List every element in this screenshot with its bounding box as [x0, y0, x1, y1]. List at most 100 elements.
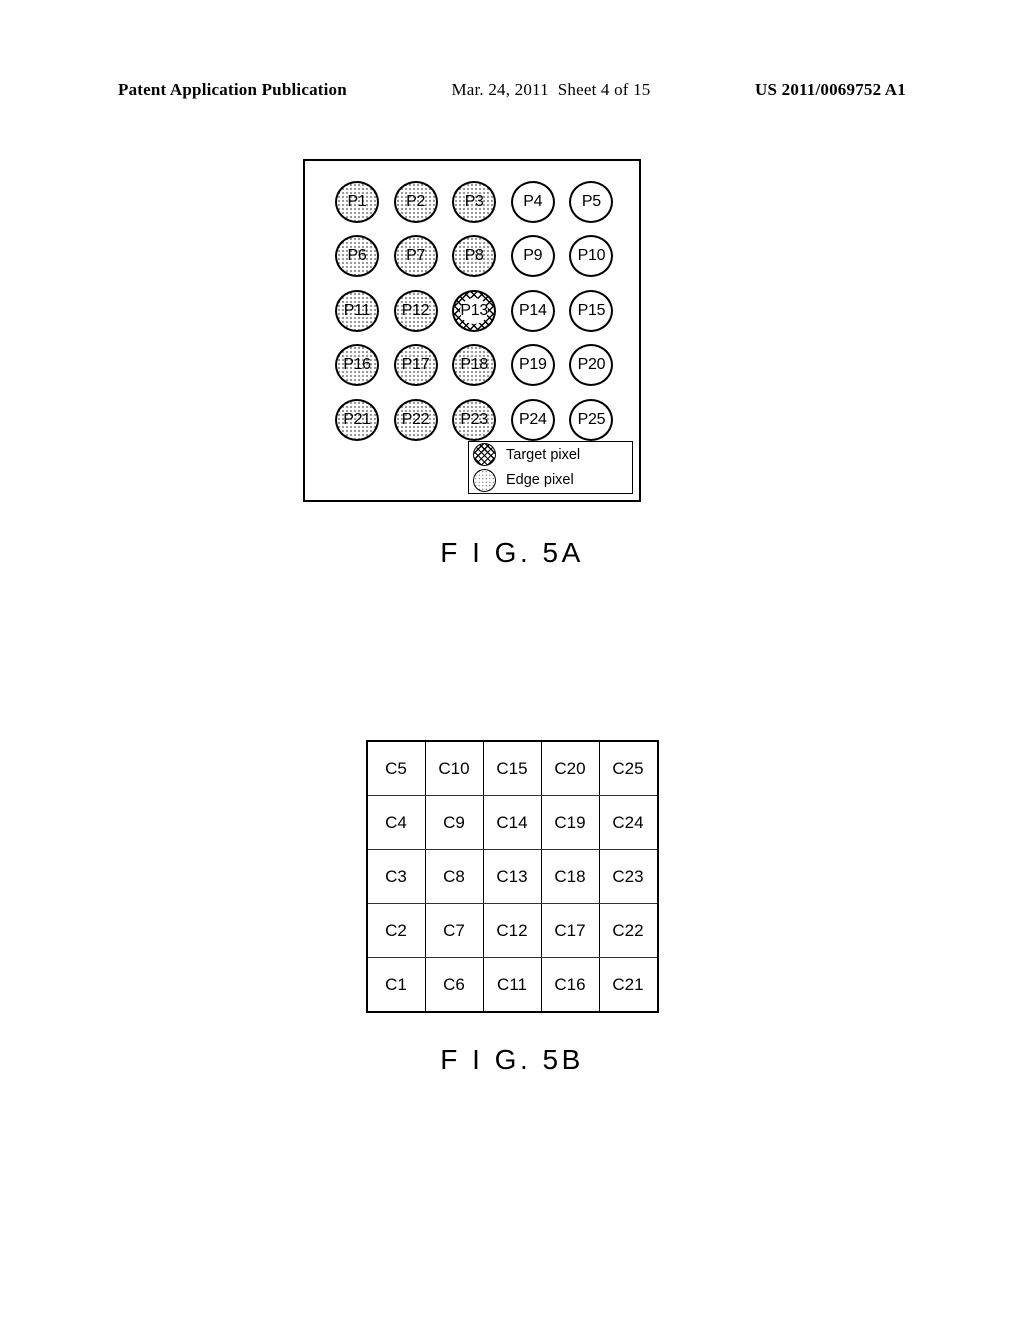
legend-target-label: Target pixel — [506, 447, 580, 463]
pixel-label: P13 — [460, 302, 488, 320]
table-row: C2 C7 C12 C17 C22 — [367, 904, 658, 958]
cell: C7 — [425, 904, 483, 958]
pixel-p11: P11 — [335, 290, 379, 332]
cell: C21 — [599, 958, 658, 1013]
pixel-p7: P7 — [394, 235, 438, 277]
pixel-label: P5 — [582, 193, 601, 211]
figure-5b-wrap: C5 C10 C15 C20 C25 C4 C9 C14 C19 C24 C3 … — [0, 740, 1024, 1013]
pixel-label: P15 — [578, 302, 606, 320]
figure-5b-label: F I G. 5B — [0, 1044, 1024, 1076]
figure-5b-table: C5 C10 C15 C20 C25 C4 C9 C14 C19 C24 C3 … — [366, 740, 659, 1013]
publication-type: Patent Application Publication — [118, 80, 347, 100]
pixel-p10: P10 — [569, 235, 613, 277]
pixel-p19: P19 — [511, 344, 555, 386]
cell: C25 — [599, 741, 658, 796]
pixel-p23: P23 — [452, 399, 496, 441]
pixel-label: P2 — [406, 193, 425, 211]
pixel-label: P1 — [348, 193, 367, 211]
pixel-p16: P16 — [335, 344, 379, 386]
cell: C4 — [367, 796, 426, 850]
pixel-label: P9 — [523, 247, 542, 265]
page: Patent Application Publication Mar. 24, … — [0, 0, 1024, 1320]
pixel-label: P17 — [402, 356, 430, 374]
publication-date: Mar. 24, 2011 — [451, 80, 548, 99]
patent-header: Patent Application Publication Mar. 24, … — [0, 80, 1024, 100]
pixel-label: P6 — [348, 247, 367, 265]
pixel-p8: P8 — [452, 235, 496, 277]
cell: C14 — [483, 796, 541, 850]
legend: Target pixel Edge pixel — [468, 441, 633, 494]
edge-pixel-icon — [473, 469, 496, 492]
cell: C8 — [425, 850, 483, 904]
cell: C9 — [425, 796, 483, 850]
publication-number: US 2011/0069752 A1 — [755, 80, 906, 100]
cell: C23 — [599, 850, 658, 904]
pixel-label: P24 — [519, 411, 547, 429]
table-row: C4 C9 C14 C19 C24 — [367, 796, 658, 850]
pixel-label: P7 — [406, 247, 425, 265]
cell: C22 — [599, 904, 658, 958]
legend-row-edge: Edge pixel — [469, 468, 632, 494]
pixel-p2: P2 — [394, 181, 438, 223]
pixel-p3: P3 — [452, 181, 496, 223]
pixel-label: P4 — [523, 193, 542, 211]
pixel-label: P23 — [460, 411, 488, 429]
pixel-label: P8 — [465, 247, 484, 265]
cell: C16 — [541, 958, 599, 1013]
cell: C24 — [599, 796, 658, 850]
pixel-label: P20 — [578, 356, 606, 374]
legend-edge-label: Edge pixel — [506, 472, 574, 488]
pixel-p14: P14 — [511, 290, 555, 332]
cell: C1 — [367, 958, 426, 1013]
pixel-label: P11 — [344, 302, 370, 320]
cell: C17 — [541, 904, 599, 958]
cell: C10 — [425, 741, 483, 796]
cell: C6 — [425, 958, 483, 1013]
pixel-label: P18 — [460, 356, 488, 374]
pixel-label: P14 — [519, 302, 547, 320]
pixel-p12: P12 — [394, 290, 438, 332]
table-row: C5 C10 C15 C20 C25 — [367, 741, 658, 796]
cell: C18 — [541, 850, 599, 904]
pixel-p15: P15 — [569, 290, 613, 332]
pixel-label: P22 — [402, 411, 430, 429]
pixel-p25: P25 — [569, 399, 613, 441]
pixel-label: P16 — [343, 356, 371, 374]
pixel-grid: P1 P2 P3 P4 P5 P6 P7 P8 P9 P10 P11 P12 P… — [335, 181, 615, 443]
sheet-number: Sheet 4 of 15 — [558, 80, 651, 99]
target-pixel-icon — [473, 443, 496, 466]
pixel-p22: P22 — [394, 399, 438, 441]
table-row: C1 C6 C11 C16 C21 — [367, 958, 658, 1013]
pixel-label: P21 — [343, 411, 371, 429]
cell: C13 — [483, 850, 541, 904]
publication-date-sheet: Mar. 24, 2011 Sheet 4 of 15 — [451, 80, 650, 100]
table-row: C3 C8 C13 C18 C23 — [367, 850, 658, 904]
legend-row-target: Target pixel — [469, 442, 632, 468]
pixel-p6: P6 — [335, 235, 379, 277]
pixel-p21: P21 — [335, 399, 379, 441]
pixel-label: P25 — [578, 411, 606, 429]
pixel-label: P3 — [465, 193, 484, 211]
cell: C15 — [483, 741, 541, 796]
pixel-p18: P18 — [452, 344, 496, 386]
pixel-p9: P9 — [511, 235, 555, 277]
pixel-p4: P4 — [511, 181, 555, 223]
pixel-p17: P17 — [394, 344, 438, 386]
pixel-p5: P5 — [569, 181, 613, 223]
figure-5a-label: F I G. 5A — [0, 537, 1024, 569]
pixel-p13-target: P13 — [452, 290, 496, 332]
cell: C3 — [367, 850, 426, 904]
pixel-label: P10 — [578, 247, 606, 265]
pixel-label: P19 — [519, 356, 547, 374]
cell: C20 — [541, 741, 599, 796]
pixel-p20: P20 — [569, 344, 613, 386]
figure-5a-frame: P1 P2 P3 P4 P5 P6 P7 P8 P9 P10 P11 P12 P… — [303, 159, 641, 502]
cell: C5 — [367, 741, 426, 796]
pixel-p24: P24 — [511, 399, 555, 441]
cell: C2 — [367, 904, 426, 958]
pixel-label: P12 — [402, 302, 430, 320]
pixel-p1: P1 — [335, 181, 379, 223]
cell: C11 — [483, 958, 541, 1013]
cell: C12 — [483, 904, 541, 958]
cell: C19 — [541, 796, 599, 850]
